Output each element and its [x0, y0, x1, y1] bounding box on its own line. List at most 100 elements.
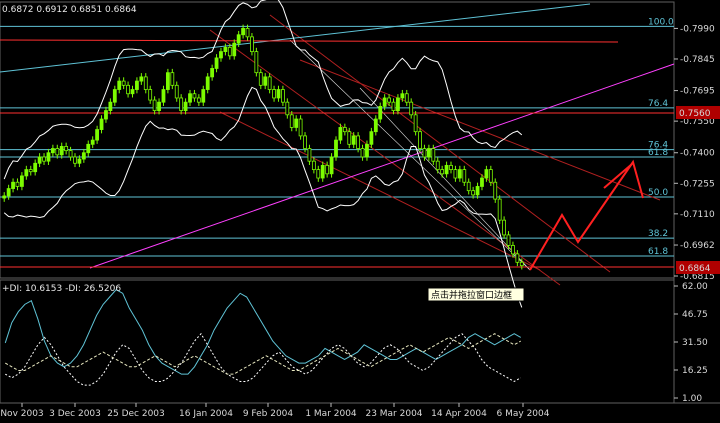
candle-body: [50, 148, 55, 154]
candle-body: [104, 110, 108, 120]
candle-body: [90, 139, 95, 145]
candle-body: [99, 118, 104, 130]
candle-body: [400, 93, 405, 99]
candle-body: [351, 135, 356, 145]
last-price-box-label: 0.6864: [679, 264, 711, 274]
candle-body: [37, 156, 42, 164]
candle-body: [449, 164, 453, 170]
candle-body: [108, 101, 113, 112]
candle-body: [46, 152, 51, 162]
candle-body: [453, 169, 458, 179]
indicator-pane-border: [0, 279, 675, 404]
channel-line-outer: [209, 29, 561, 286]
candle-body: [422, 148, 427, 158]
time-axis-label: 23 Mar 2004: [365, 409, 422, 419]
channel-line-lower: [219, 111, 541, 271]
candle-body: [68, 150, 73, 158]
trend-line-white-1: [289, 39, 531, 271]
candle-body: [236, 34, 241, 44]
candle-body: [276, 89, 281, 99]
indicator-axis: 62.00 46.75 31.50 16.25 1.00: [674, 282, 708, 404]
candle-body: [179, 97, 184, 112]
candle-body: [205, 76, 210, 90]
price-axis-label: -0.7845: [680, 55, 715, 65]
dmi-header: +DI: 10.6153 -DI: 26.5206: [2, 284, 121, 294]
candle-body: [15, 181, 20, 187]
tooltip-text: 点击并拖拉窗口边框: [431, 289, 512, 301]
fib-level-label: 61.8: [648, 148, 668, 158]
forex-chart[interactable]: 100.076.476.461.850.038.261.8 -0.7990-0.…: [0, 0, 720, 423]
candle-body: [325, 164, 330, 175]
candle-body: [64, 146, 69, 152]
candle-body: [161, 89, 166, 103]
candle-body: [2, 195, 7, 199]
candle-body: [272, 89, 276, 99]
red-horizontal-top: [0, 39, 619, 43]
candle-body: [303, 135, 307, 149]
candle-body: [135, 80, 139, 90]
time-axis-label: Nov 2003: [0, 409, 43, 419]
candle-body: [493, 181, 498, 200]
time-axis: Nov 2003 3 Dec 2003 25 Dec 2003 16 Jan 2004…: [0, 403, 550, 419]
fib-level-label: 100.0: [648, 17, 674, 27]
candle-body: [130, 89, 135, 95]
time-axis-label: 25 Dec 2003: [107, 409, 165, 419]
candle-body: [506, 234, 511, 246]
candle-body: [338, 127, 343, 141]
candle-body: [387, 97, 391, 103]
candle-body: [254, 51, 259, 74]
time-axis-label: 14 Apr 2004: [431, 409, 487, 419]
candle-body: [342, 127, 347, 133]
candle-body: [33, 162, 38, 173]
candle-body: [223, 46, 228, 53]
fib-level-label: 61.8: [648, 247, 668, 257]
candle-body: [502, 219, 506, 236]
candle-body: [192, 93, 197, 99]
candle-body: [480, 177, 484, 187]
candle-body: [435, 160, 440, 170]
channel-line-upper: [269, 14, 611, 273]
time-axis-label: 9 Feb 2004: [243, 409, 294, 419]
candle-body: [219, 51, 223, 59]
candle-body: [289, 114, 294, 128]
candle-body: [81, 152, 86, 160]
candle-body: [396, 97, 400, 112]
candle-body: [241, 28, 245, 36]
bollinger-bands: [3, 0, 523, 308]
candle-body: [157, 101, 161, 112]
candle-body: [497, 198, 502, 221]
candle-body: [294, 118, 299, 128]
candle-body: [95, 129, 100, 141]
upper-band: [3, 0, 523, 180]
time-axis-label: 3 Dec 2003: [49, 409, 101, 419]
candle-body: [320, 164, 325, 179]
candle-body: [183, 101, 188, 112]
candle-body: [373, 118, 378, 133]
candle-body: [258, 72, 263, 86]
candle-body: [462, 169, 467, 183]
candle-body: [307, 148, 312, 162]
candle-body: [263, 76, 268, 86]
price-axis-label: -0.7990: [680, 24, 715, 34]
minus-di-line: [5, 332, 521, 386]
dmi-indicator: [4, 289, 521, 386]
trend-line-white-2: [359, 87, 531, 271]
time-axis-label: 6 May 2004: [497, 409, 550, 419]
candle-body: [28, 169, 33, 173]
candle-body: [409, 101, 414, 116]
candle-body: [329, 156, 334, 175]
candle-body: [391, 101, 396, 112]
candle-body: [347, 131, 352, 145]
candle-body: [457, 169, 462, 179]
candle-body: [201, 89, 206, 103]
candle-body: [356, 135, 361, 149]
candle-body: [334, 139, 338, 158]
candle-body: [519, 261, 524, 267]
candle-body: [59, 146, 64, 156]
candle-body: [112, 89, 117, 103]
candle-body: [121, 80, 126, 86]
candle-body: [86, 143, 91, 154]
candle-body: [413, 114, 418, 133]
price-axis-label: -0.7695: [680, 87, 715, 97]
candle-body: [117, 80, 122, 90]
